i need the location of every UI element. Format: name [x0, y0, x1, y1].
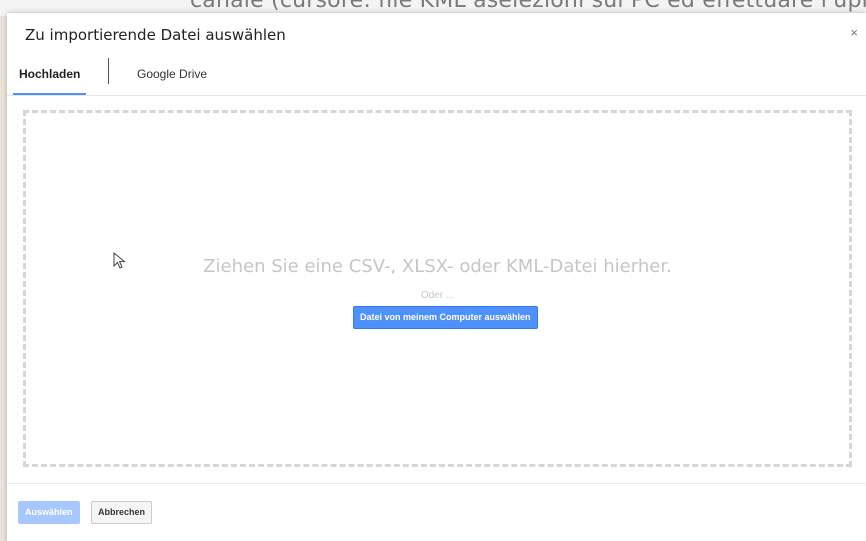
- choose-file-button[interactable]: Datei von meinem Computer auswählen: [353, 306, 538, 329]
- cancel-button[interactable]: Abbrechen: [91, 501, 153, 524]
- import-file-dialog: Zu importierende Datei auswählen × Hochl…: [7, 13, 866, 541]
- file-drop-zone[interactable]: Ziehen Sie eine CSV-, XLSX- oder KML-Dat…: [23, 110, 852, 467]
- tab-upload[interactable]: Hochladen: [13, 53, 87, 95]
- tab-divider: [108, 58, 109, 84]
- select-button[interactable]: Auswählen: [18, 501, 80, 524]
- drop-instruction-text: Ziehen Sie eine CSV-, XLSX- oder KML-Dat…: [203, 256, 672, 277]
- close-icon[interactable]: ×: [850, 25, 858, 40]
- background-partial-text: canale (cursore: file KML aselezioni sul…: [190, 0, 866, 13]
- background-left-edge: [0, 16, 7, 541]
- tab-bar: Hochladen Google Drive: [7, 53, 866, 96]
- dialog-title: Zu importierende Datei auswählen: [25, 26, 286, 44]
- or-separator-text: Oder ...: [420, 290, 455, 301]
- mouse-pointer-icon: [113, 252, 126, 269]
- footer-divider: [7, 483, 866, 484]
- tab-google-drive[interactable]: Google Drive: [137, 53, 207, 93]
